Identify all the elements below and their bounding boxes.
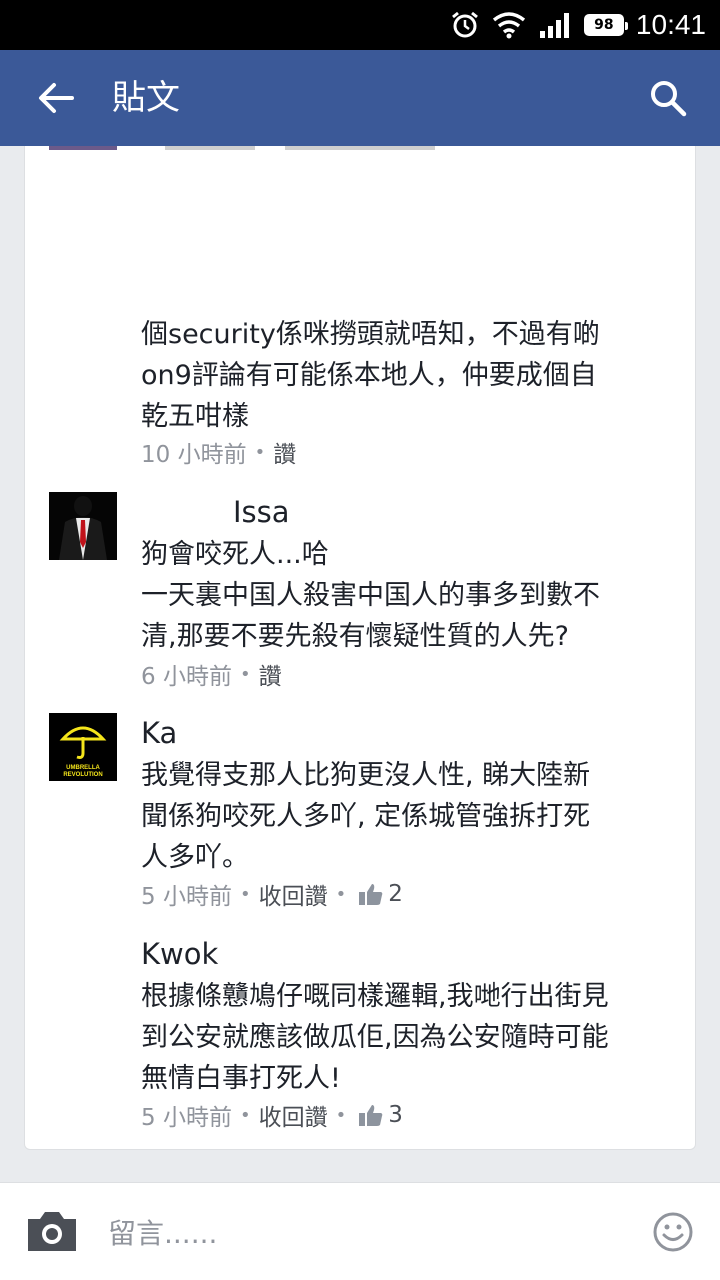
comment-time: 5 小時前 (141, 1105, 232, 1131)
like-count-number: 3 (388, 1102, 403, 1128)
search-button[interactable] (640, 70, 696, 126)
back-arrow-icon (39, 83, 74, 113)
search-icon (651, 81, 687, 117)
comment-meta: 5 小時前 • 收回讚 • 3 (141, 1099, 403, 1131)
avatar-text: UMBRELLA (66, 765, 100, 771)
battery-icon: 98 (583, 14, 628, 36)
clipped-avatar (49, 146, 117, 150)
comment-line: 我覺得支那人比狗更沒人性, 睇大陸新 (141, 760, 591, 791)
comment-meta: 10 小時前 • 讚 (141, 435, 296, 469)
umbrella-icon: UMBRELLA REVOLUTION (49, 713, 117, 781)
comment-author[interactable]: Kwok (141, 934, 218, 974)
like-button[interactable]: 讚 (273, 435, 296, 469)
alarm-icon (451, 11, 478, 38)
clipped-text (165, 146, 255, 150)
back-button[interactable] (28, 70, 84, 126)
avatar[interactable]: UMBRELLA REVOLUTION (49, 713, 117, 781)
like-count-number: 2 (388, 881, 403, 907)
separator-dot: • (254, 441, 266, 463)
separator-dot: • (239, 883, 251, 905)
camera-icon (28, 1212, 76, 1251)
comment-line: 狗會咬死人...哈 (141, 539, 329, 570)
comment-time: 6 小時前 (141, 664, 232, 690)
clipped-text (285, 146, 435, 150)
comment-line: on9評論有可能係本地人，仲要成個自 (141, 360, 597, 391)
comment-line: 無情白事打死人! (141, 1063, 341, 1094)
comment-body: 個security係咪撈頭就唔知，不過有啲 on9評論有可能係本地人，仲要成個自… (141, 314, 641, 437)
status-icons: 98 10:41 (450, 0, 706, 50)
thumbs-up-icon (359, 884, 383, 905)
comment-line: 清,那要不要先殺有懷疑性質的人先? (141, 621, 569, 652)
battery-level: 98 (594, 17, 614, 33)
suit-avatar-icon (49, 492, 117, 560)
like-button[interactable]: 讚 (259, 657, 282, 691)
comment-composer (0, 1182, 720, 1280)
comment-line: 乾五咁樣 (141, 401, 249, 432)
like-count[interactable]: 2 (358, 881, 403, 907)
wifi-icon (492, 12, 526, 39)
separator-dot: • (239, 663, 251, 685)
comments-card: 個security係咪撈頭就唔知，不過有啲 on9評論有可能係本地人，仲要成個自… (24, 146, 696, 1150)
comment-line: 到公安就應該做瓜佢,因為公安隨時可能 (141, 1022, 609, 1053)
like-count[interactable]: 3 (358, 1102, 403, 1128)
comment-line: 人多吖。 (141, 842, 249, 873)
comment-line: 聞係狗咬死人多吖, 定係城管強拆打死 (141, 801, 591, 832)
comment-time: 5 小時前 (141, 884, 232, 910)
comment-meta: 6 小時前 • 讚 (141, 657, 282, 691)
thumbs-up-icon (359, 1105, 383, 1126)
separator-dot: • (239, 1104, 251, 1126)
unlike-button[interactable]: 收回讚 (259, 877, 328, 911)
comment-line: 個security係咪撈頭就唔知，不過有啲 (141, 319, 600, 350)
clock: 10:41 (635, 9, 706, 40)
comment-line: 一天裏中国人殺害中国人的事多到數不 (141, 580, 600, 611)
comment-body: 根據條戇鳩仔嘅同樣邏輯,我哋行出街見 到公安就應該做瓜佢,因為公安隨時可能 無情… (141, 976, 681, 1099)
sticker-button[interactable] (652, 1211, 694, 1253)
comment-body: 狗會咬死人...哈 一天裏中国人殺害中国人的事多到數不 清,那要不要先殺有懷疑性… (141, 534, 641, 657)
app-bar: 貼文 (0, 50, 720, 146)
avatar[interactable] (49, 492, 117, 560)
signal-icon (539, 13, 569, 38)
comment-author[interactable]: Issa (233, 492, 290, 532)
avatar-text: REVOLUTION (63, 772, 102, 778)
separator-dot: • (335, 1104, 347, 1126)
separator-dot: • (335, 883, 347, 905)
comment-meta: 5 小時前 • 收回讚 • 2 (141, 878, 403, 910)
comment-body: 我覺得支那人比狗更沒人性, 睇大陸新 聞係狗咬死人多吖, 定係城管強拆打死 人多… (141, 755, 641, 878)
comment-time: 10 小時前 (141, 442, 247, 468)
camera-button[interactable] (24, 1207, 80, 1255)
comment-author[interactable]: Ka (141, 713, 177, 753)
page-title: 貼文 (112, 78, 180, 118)
unlike-button[interactable]: 收回讚 (259, 1098, 328, 1132)
comment-line: 根據條戇鳩仔嘅同樣邏輯,我哋行出街見 (141, 981, 609, 1012)
status-bar: 98 10:41 (0, 0, 720, 50)
comment-input[interactable] (108, 1209, 608, 1257)
smiley-icon (653, 1212, 693, 1252)
